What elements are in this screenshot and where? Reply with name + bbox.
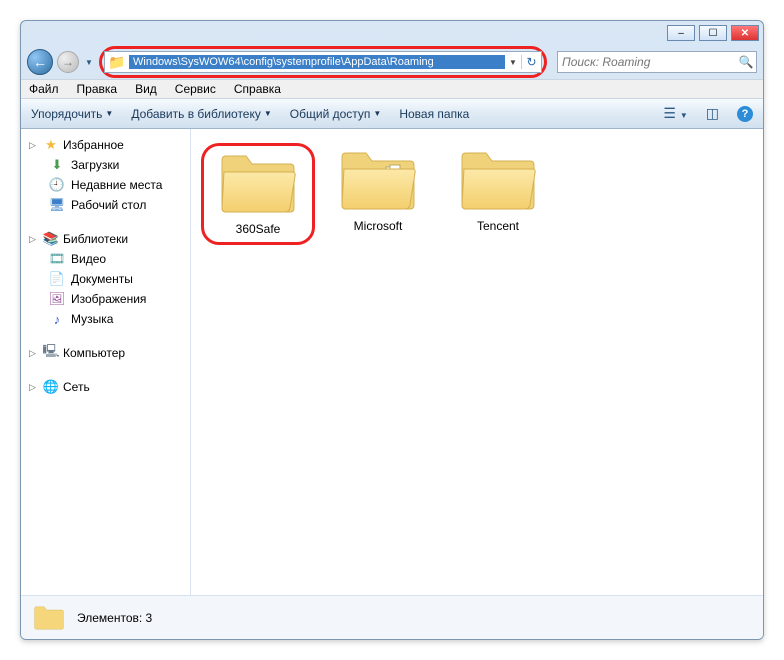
back-button[interactable]: ←: [27, 49, 53, 75]
organize-button[interactable]: Упорядочить ▼: [31, 107, 113, 121]
document-icon: 📄: [49, 271, 65, 287]
network-icon: 🌐: [43, 379, 59, 395]
menu-tools[interactable]: Сервис: [175, 82, 216, 96]
item-count: Элементов: 3: [77, 611, 152, 625]
sidebar-item-video[interactable]: 🎞Видео: [21, 249, 190, 269]
menu-view[interactable]: Вид: [135, 82, 157, 96]
folder-item-360safe[interactable]: 360Safe: [201, 143, 315, 245]
navigation-pane: ▷★Избранное ⬇Загрузки 🕘Недавние места 🖥Р…: [21, 129, 191, 595]
help-icon[interactable]: ?: [737, 106, 753, 122]
folder-icon: [458, 149, 538, 213]
address-path[interactable]: Windows\SysWOW64\config\systemprofile\Ap…: [129, 55, 505, 69]
network-header[interactable]: ▷🌐Сеть: [21, 377, 190, 397]
folder-icon: [338, 149, 418, 213]
desktop-icon: 🖥: [49, 197, 65, 213]
sidebar-item-images[interactable]: 🖼Изображения: [21, 289, 190, 309]
folder-icon: [33, 604, 65, 632]
menu-file[interactable]: Файл: [29, 82, 59, 96]
address-dropdown[interactable]: ▼: [505, 58, 521, 67]
folder-icon: [218, 152, 298, 216]
downloads-icon: ⬇: [49, 157, 65, 173]
explorer-window: – ☐ ✕ ← → ▼ 📁 Windows\SysWOW64\config\sy…: [20, 20, 764, 640]
search-icon[interactable]: 🔍: [736, 55, 756, 69]
address-bar[interactable]: 📁 Windows\SysWOW64\config\systemprofile\…: [104, 51, 542, 73]
folder-label: Microsoft: [325, 219, 431, 233]
preview-pane-icon[interactable]: ◫: [706, 105, 719, 122]
sidebar-item-documents[interactable]: 📄Документы: [21, 269, 190, 289]
new-folder-button[interactable]: Новая папка: [399, 107, 469, 121]
folder-label: Tencent: [445, 219, 551, 233]
history-dropdown[interactable]: ▼: [83, 49, 95, 75]
add-to-library-button[interactable]: Добавить в библиотеку ▼: [131, 107, 271, 121]
sidebar-item-music[interactable]: ♪Музыка: [21, 309, 190, 329]
refresh-button[interactable]: ↻: [521, 55, 541, 69]
navigation-row: ← → ▼ 📁 Windows\SysWOW64\config\systempr…: [21, 45, 763, 79]
close-button[interactable]: ✕: [731, 25, 759, 41]
addressbar-highlight: 📁 Windows\SysWOW64\config\systemprofile\…: [99, 46, 547, 78]
folder-label: 360Safe: [208, 222, 308, 236]
status-bar: Элементов: 3: [21, 595, 763, 639]
folder-item-tencent[interactable]: Tencent: [441, 143, 555, 239]
titlebar: – ☐ ✕: [21, 21, 763, 45]
video-icon: 🎞: [49, 251, 65, 267]
computer-icon: 🖳: [43, 345, 59, 361]
view-options-icon[interactable]: ☰ ▼: [663, 105, 687, 122]
menu-edit[interactable]: Правка: [77, 82, 118, 96]
maximize-button[interactable]: ☐: [699, 25, 727, 41]
star-icon: ★: [43, 137, 59, 153]
minimize-button[interactable]: –: [667, 25, 695, 41]
folder-item-microsoft[interactable]: Microsoft: [321, 143, 435, 239]
search-box[interactable]: 🔍: [557, 51, 757, 73]
computer-header[interactable]: ▷🖳Компьютер: [21, 343, 190, 363]
forward-button[interactable]: →: [57, 51, 79, 73]
sidebar-item-downloads[interactable]: ⬇Загрузки: [21, 155, 190, 175]
recent-icon: 🕘: [49, 177, 65, 193]
sidebar-item-recent[interactable]: 🕘Недавние места: [21, 175, 190, 195]
libraries-header[interactable]: ▷📚Библиотеки: [21, 229, 190, 249]
share-button[interactable]: Общий доступ ▼: [290, 107, 382, 121]
images-icon: 🖼: [49, 291, 65, 307]
main-body: ▷★Избранное ⬇Загрузки 🕘Недавние места 🖥Р…: [21, 129, 763, 595]
libraries-icon: 📚: [43, 231, 59, 247]
search-input[interactable]: [558, 55, 736, 69]
folder-icon: 📁: [108, 53, 126, 71]
command-bar: Упорядочить ▼ Добавить в библиотеку ▼ Об…: [21, 99, 763, 129]
music-icon: ♪: [49, 311, 65, 327]
menu-help[interactable]: Справка: [234, 82, 281, 96]
sidebar-item-desktop[interactable]: 🖥Рабочий стол: [21, 195, 190, 215]
menu-bar: Файл Правка Вид Сервис Справка: [21, 79, 763, 99]
folder-content[interactable]: 360Safe Microsoft Tencent: [191, 129, 763, 595]
favorites-header[interactable]: ▷★Избранное: [21, 135, 190, 155]
